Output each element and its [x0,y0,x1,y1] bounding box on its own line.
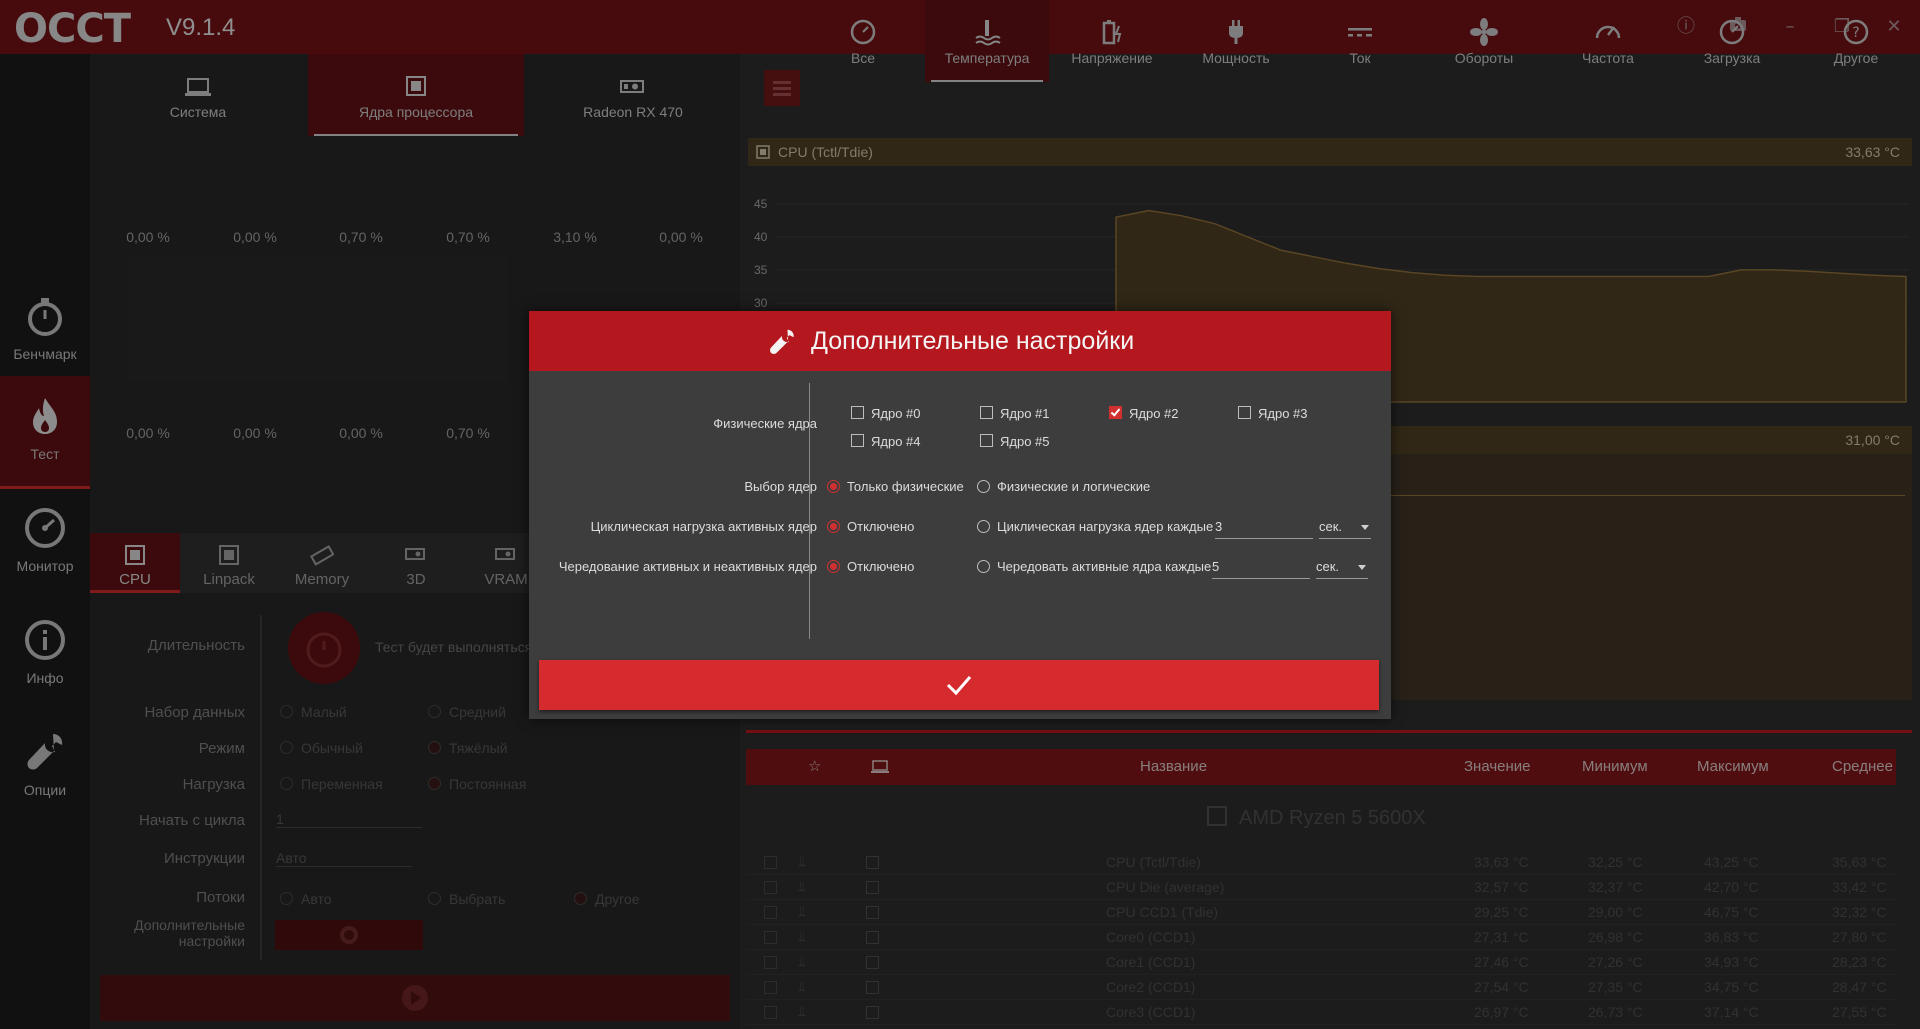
core-checkbox-3[interactable]: Ядро #3 [1238,406,1308,421]
core-checkbox-2[interactable]: Ядро #2 [1109,406,1179,421]
core-checkbox-1[interactable]: Ядро #1 [980,406,1050,421]
cyclic-interval-input[interactable]: 3 [1215,518,1313,539]
core-checkbox-4[interactable]: Ядро #4 [851,434,921,449]
core-checkbox-5[interactable]: Ядро #5 [980,434,1050,449]
checkmark-icon [946,676,972,696]
core-select-physical-radio[interactable]: Только физические [827,479,964,494]
alternate-unit-select[interactable]: сек. [1316,558,1368,579]
cyclic-load-label: Циклическая нагрузка активных ядер [590,519,817,534]
wrench-icon [770,329,794,354]
dialog-header: Дополнительные настройки [529,311,1391,371]
alternate-off-radio[interactable]: Отключено [827,559,914,574]
physical-cores-label: Физические ядра [713,416,817,431]
chevron-down-icon [1358,565,1366,570]
chevron-down-icon [1361,525,1369,530]
cyclic-unit-select[interactable]: сек. [1319,518,1371,539]
confirm-button[interactable] [539,660,1379,710]
core-checkbox-0[interactable]: Ядро #0 [851,406,921,421]
alternate-interval-input[interactable]: 5 [1212,558,1310,579]
advanced-settings-dialog: Дополнительные настройки Физические ядра… [529,311,1391,719]
core-select-logical-radio[interactable]: Физические и логические [977,479,1150,494]
cyclic-off-radio[interactable]: Отключено [827,519,914,534]
dialog-title: Дополнительные настройки [811,327,1135,355]
alternate-on-radio[interactable]: Чередовать активные ядра каждые [977,559,1211,574]
cyclic-on-radio[interactable]: Циклическая нагрузка ядер каждые [977,519,1213,534]
alternate-label: Чередование активных и неактивных ядер [558,559,817,574]
core-select-label: Выбор ядер [744,479,817,494]
